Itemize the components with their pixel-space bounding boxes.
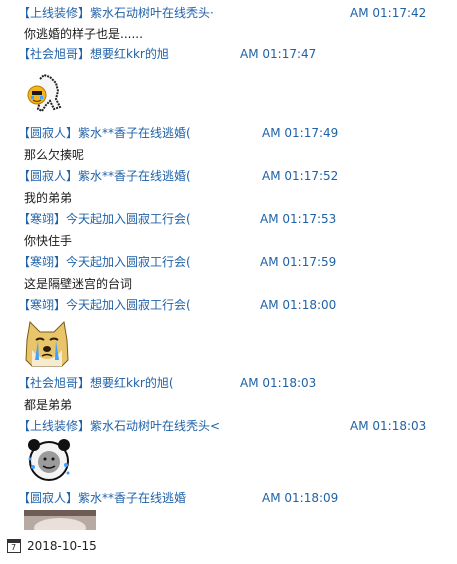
panda-meme-sticker-icon[interactable] [24,437,74,483]
message-text: 我的弟弟 [24,191,73,205]
message-text: 这是隔壁迷宫的台词 [24,277,133,291]
calendar-icon[interactable]: 7 [7,539,21,553]
partial-sticker-icon[interactable] [24,510,96,530]
status-bar: 7 2018-10-15 [0,533,457,564]
message-text: 你快住手 [24,234,73,248]
message-time: AM 01:17:53 [260,212,337,226]
message-sender[interactable]: 【社会旭哥】想要红kkr的旭 [18,45,169,63]
message-time: AM 01:18:03 [240,376,317,390]
message-time: AM 01:17:59 [260,255,337,269]
message-sender[interactable]: 【上线装修】紫水石动树叶在线秃头< [18,417,220,435]
message-time: AM 01:18:09 [262,491,339,505]
message-sender[interactable]: 【寒翊】今天起加入圆寂工行会( [18,210,191,228]
date-label: 2018-10-15 [27,539,97,553]
message-sender[interactable]: 【寒翊】今天起加入圆寂工行会( [18,296,191,314]
message-time: AM 01:17:47 [240,47,317,61]
chat-log: 【上线装修】紫水石动树叶在线秃头· AM 01:17:42 你逃婚的样子也是..… [0,0,457,530]
message-sender[interactable]: 【上线装修】紫水石动树叶在线秃头· [18,4,214,22]
message-time: AM 01:18:00 [260,298,337,312]
message-time: AM 01:17:52 [262,169,339,183]
crying-doge-sticker-icon[interactable] [24,320,70,368]
message-sender[interactable]: 【社会旭哥】想要红kkr的旭( [18,374,174,392]
message-sender[interactable]: 【寒翊】今天起加入圆寂工行会( [18,253,191,271]
message-sender[interactable]: 【圆寂人】紫水**香子在线逃婚( [18,167,191,185]
message-time: AM 01:17:42 [350,6,427,20]
message-text: 都是弟弟 [24,398,73,412]
waving-emoji-sticker-icon[interactable] [24,69,70,115]
message-sender[interactable]: 【圆寂人】紫水**香子在线逃婚 [18,489,186,507]
message-text: 你逃婚的样子也是...... [24,27,143,41]
message-text: 那么欠揍呢 [24,148,85,162]
message-sender[interactable]: 【圆寂人】紫水**香子在线逃婚( [18,124,191,142]
message-time: AM 01:17:49 [262,126,339,140]
message-time: AM 01:18:03 [350,419,427,433]
